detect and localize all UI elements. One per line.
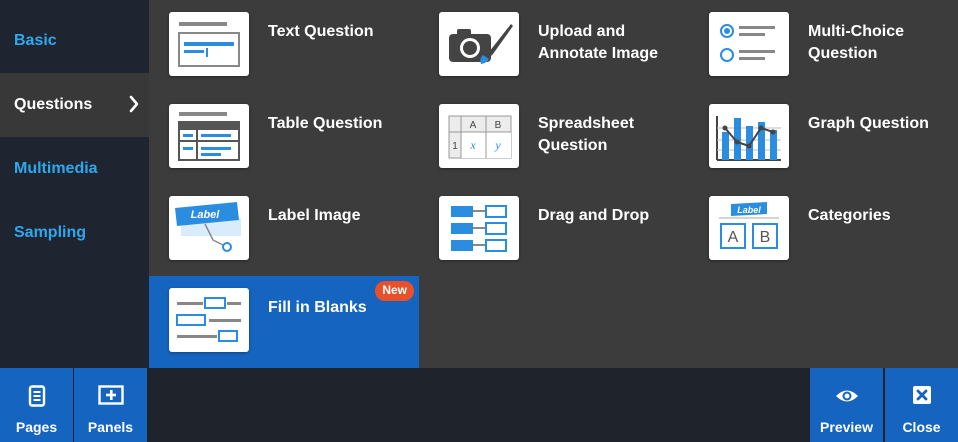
drag-drop-icon	[439, 196, 519, 260]
spreadsheet-icon: A B 1 x y	[439, 104, 519, 168]
panels-label: Panels	[87, 419, 134, 435]
add-panel-icon	[97, 385, 124, 405]
sidebar-item-label: Sampling	[14, 224, 87, 241]
tile-multi-choice-question[interactable]: Multi-Choice Question	[689, 0, 958, 92]
text-question-icon	[169, 12, 249, 76]
tile-graph-question[interactable]: Graph Question	[689, 92, 958, 184]
tile-label: Label Image	[268, 207, 361, 224]
tile-label-image[interactable]: Label Label Image	[149, 184, 419, 276]
new-badge: New	[375, 281, 414, 301]
tile-categories[interactable]: Label A B Categories	[689, 184, 958, 276]
tile-table-question[interactable]: Table Question	[149, 92, 419, 184]
tile-label: Graph Question	[808, 115, 929, 132]
pages-button[interactable]: Pages	[0, 368, 73, 442]
spreadsheet-col-a: A	[470, 120, 477, 131]
sidebar-item-label: Basic	[14, 32, 57, 49]
chevron-right-icon	[129, 95, 139, 113]
tile-upload-annotate-image[interactable]: Upload and Annotate Image	[419, 0, 689, 92]
categories-tag-text: Label	[737, 205, 761, 215]
spreadsheet-y: y	[494, 138, 501, 152]
close-button[interactable]: Close	[885, 368, 958, 442]
tile-label: Spreadsheet Question	[538, 115, 635, 154]
panels-button[interactable]: Panels	[74, 368, 147, 442]
spreadsheet-x: x	[469, 138, 476, 152]
tile-label: Multi-Choice Question	[808, 23, 904, 62]
tile-label: Categories	[808, 207, 891, 224]
bottom-toolbar: Pages Panels Preview Close	[0, 368, 958, 442]
close-icon	[912, 386, 931, 404]
multi-choice-icon	[709, 12, 789, 76]
pages-icon	[28, 385, 45, 407]
tile-label: Table Question	[268, 115, 383, 132]
sidebar-item-label: Questions	[14, 96, 93, 113]
preview-button[interactable]: Preview	[810, 368, 883, 442]
preview-label: Preview	[820, 419, 873, 435]
label-image-icon: Label	[169, 196, 249, 260]
spreadsheet-row-1: 1	[452, 141, 458, 152]
tile-label: Drag and Drop	[538, 207, 650, 224]
spreadsheet-col-b: B	[495, 120, 502, 131]
eye-icon	[835, 390, 858, 402]
sidebar-item-sampling[interactable]: Sampling	[0, 201, 149, 265]
label-tag-text: Label	[191, 209, 221, 221]
close-label: Close	[902, 419, 941, 435]
sidebar-item-basic[interactable]: Basic	[0, 9, 149, 73]
sidebar-item-questions[interactable]: Questions	[0, 73, 149, 137]
pages-label: Pages	[15, 419, 58, 435]
tile-drag-and-drop[interactable]: Drag and Drop	[419, 184, 689, 276]
tile-label: Text Question	[268, 23, 374, 40]
categories-icon: Label A B	[709, 196, 789, 260]
sidebar-item-label: Multimedia	[14, 160, 98, 177]
camera-brush-icon	[439, 12, 519, 76]
graph-icon	[709, 104, 789, 168]
tile-spreadsheet-question[interactable]: A B 1 x y Spreadsheet Question	[419, 92, 689, 184]
categories-a-text: A	[728, 229, 739, 246]
sidebar: Basic Questions Multimedia Sampling	[0, 0, 149, 368]
tile-label: Upload and Annotate Image	[538, 23, 659, 62]
fill-blanks-icon	[169, 288, 249, 352]
tile-fill-in-blanks[interactable]: Fill in Blanks New	[149, 276, 419, 368]
tile-text-question[interactable]: Text Question	[149, 0, 419, 92]
table-icon	[169, 104, 249, 168]
categories-b-text: B	[760, 229, 771, 246]
question-type-panel: Text Question Upload and Annotate Image	[149, 0, 958, 368]
sidebar-item-multimedia[interactable]: Multimedia	[0, 137, 149, 201]
